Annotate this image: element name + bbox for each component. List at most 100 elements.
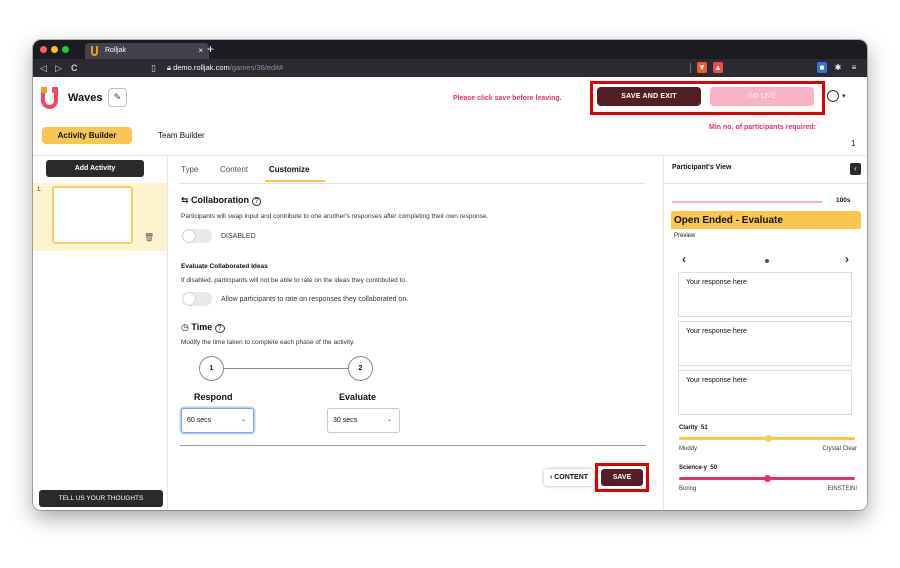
- feedback-button[interactable]: TELL US YOUR THOUGHTS: [39, 490, 163, 507]
- browser-tabbar: Rolljak × +: [33, 40, 867, 59]
- brave-shield-icon[interactable]: ▼: [697, 62, 707, 73]
- response-box[interactable]: Your response here: [678, 370, 852, 415]
- slider-science-thumb[interactable]: [763, 475, 771, 482]
- slider-clarity-label: Clarity 51: [679, 425, 708, 431]
- swap-icon: ⇆: [181, 195, 192, 205]
- reload-icon[interactable]: C: [71, 61, 78, 75]
- preview-label: Preview: [671, 229, 861, 244]
- url-host: demo.rolljak.com: [173, 63, 230, 72]
- step-2-circle: 2: [348, 356, 373, 381]
- help-icon[interactable]: ?: [214, 324, 225, 333]
- evaluate-label: Evaluate: [339, 392, 377, 402]
- collaboration-toggle-label: DISABLED: [221, 233, 256, 240]
- maximize-window-button[interactable]: [62, 46, 69, 53]
- url-path: /games/36/edit#: [229, 63, 284, 72]
- timer-progress-bar: [672, 201, 822, 203]
- min-participants-label: Min no. of participants required:: [709, 124, 816, 131]
- rewards-icon[interactable]: ▲: [713, 62, 723, 73]
- tab-content[interactable]: Content: [220, 165, 248, 174]
- edit-title-button[interactable]: ✎: [108, 88, 127, 107]
- tab-activity-builder[interactable]: Activity Builder: [42, 127, 132, 144]
- next-arrow-icon[interactable]: ›: [845, 252, 849, 266]
- collaboration-description: Participants will swap input and contrib…: [181, 213, 489, 220]
- app-root: Waves ✎ Please click save before leaving…: [33, 77, 867, 510]
- response-box[interactable]: Your response here: [678, 321, 852, 366]
- save-warning: Please click save before leaving.: [453, 95, 562, 102]
- collaboration-heading: ⇆ Collaboration ?: [181, 195, 262, 206]
- response-box[interactable]: Your response here: [678, 272, 852, 317]
- tab-close-icon[interactable]: ×: [198, 43, 203, 59]
- minimize-window-button[interactable]: [51, 46, 58, 53]
- bookmark-icon[interactable]: ▯: [151, 61, 156, 75]
- evaluate-time-value: 30 secs: [333, 417, 358, 424]
- highlight-box-save: [595, 463, 649, 492]
- slider-science-label: Science-y 50: [679, 465, 717, 471]
- collapse-panel-button[interactable]: ‹: [850, 163, 861, 175]
- activity-sidebar: Add Activity 1. 🗑︎ TELL US YOUR THOUGHTS: [33, 156, 168, 510]
- logo-accent: [52, 87, 58, 93]
- user-avatar-icon[interactable]: [827, 90, 839, 102]
- slider-science-min: Boring: [679, 486, 697, 492]
- customize-panel: Type Content Customize ⇆ Collaboration ?…: [169, 156, 663, 510]
- slider-science-max: EINSTEIN!: [827, 486, 857, 492]
- chevron-down-icon: ⌄: [386, 417, 392, 423]
- collaboration-toggle[interactable]: [182, 229, 212, 243]
- back-icon[interactable]: ◁: [40, 61, 47, 75]
- question-type: Open Ended - Evaluate: [674, 215, 783, 226]
- back-to-content-button[interactable]: ‹ CONTENT: [544, 469, 594, 486]
- slider-science-name: Science-y: [679, 465, 708, 471]
- tab-team-builder[interactable]: Team Builder: [158, 131, 205, 140]
- extension-icon[interactable]: ■: [817, 62, 827, 73]
- url-bar[interactable]: 🔒︎ demo.rolljak.com/games/36/edit#: [167, 61, 727, 75]
- prev-arrow-icon[interactable]: ‹: [682, 252, 686, 266]
- forward-icon[interactable]: ▷: [55, 61, 62, 75]
- respond-time-value: 60 secs: [187, 417, 212, 424]
- evaluate-toggle[interactable]: [182, 292, 212, 306]
- slide-thumbnail[interactable]: [52, 186, 133, 244]
- evaluate-description: If disabled, participants will not be ab…: [181, 277, 407, 284]
- save-and-exit-button[interactable]: SAVE AND EXIT: [597, 87, 701, 106]
- active-tab-indicator: [265, 180, 325, 182]
- tab-type[interactable]: Type: [181, 165, 198, 174]
- slider-clarity-name: Clarity: [679, 425, 698, 431]
- panel-divider: [664, 183, 867, 184]
- slider-clarity-thumb[interactable]: [765, 435, 773, 442]
- new-tab-icon[interactable]: +: [207, 41, 214, 57]
- browser-tab-title: Rolljak: [105, 47, 127, 54]
- slider-science-value: 50: [710, 465, 718, 471]
- clock-icon: ◷: [181, 322, 192, 332]
- browser-toolbar: ◁ ▷ C ▯ 🔒︎ demo.rolljak.com/games/36/edi…: [33, 59, 867, 77]
- slide-number: 1.: [37, 187, 43, 193]
- participant-view-title: Participant's View: [672, 164, 732, 171]
- tab-customize[interactable]: Customize: [269, 165, 309, 174]
- step-connector: [224, 368, 348, 369]
- menu-icon[interactable]: ≡: [849, 62, 859, 73]
- chevron-down-icon: ⌄: [240, 417, 246, 423]
- chevron-down-icon[interactable]: ▾: [842, 92, 846, 100]
- min-participants-value: 1: [851, 139, 856, 148]
- footer-divider: [180, 445, 646, 446]
- slider-clarity-value: 51: [701, 425, 708, 431]
- chevron-left-icon: ‹: [854, 164, 857, 173]
- evaluate-heading: Evaluate Collaborated Ideas: [181, 263, 268, 270]
- pencil-icon: ✎: [113, 92, 122, 102]
- respond-time-select[interactable]: 60 secs ⌄: [181, 408, 254, 433]
- toolbar-divider: [690, 63, 691, 73]
- slide-item[interactable]: 1. 🗑︎: [33, 183, 167, 251]
- participant-view-panel: Participant's View ‹ 100s Open Ended - E…: [663, 156, 867, 510]
- question-header: Open Ended - Evaluate Preview: [671, 211, 861, 244]
- page-dot: [765, 259, 769, 263]
- rolljak-favicon-icon: [91, 46, 98, 56]
- time-heading: ◷ Time ?: [181, 322, 225, 333]
- browser-tab[interactable]: Rolljak ×: [85, 43, 209, 59]
- close-window-button[interactable]: [40, 46, 47, 53]
- help-icon[interactable]: ?: [251, 197, 262, 206]
- evaluate-time-select[interactable]: 30 secs ⌄: [327, 408, 400, 433]
- go-live-button[interactable]: GO LIVE: [710, 87, 814, 106]
- add-activity-button[interactable]: Add Activity: [46, 160, 144, 177]
- slider-clarity-min: Muddy: [679, 446, 698, 452]
- collaboration-title: Collaboration: [191, 195, 250, 205]
- trash-icon[interactable]: 🗑︎: [144, 233, 154, 242]
- evaluate-toggle-label: Allow participants to rate on responses …: [221, 296, 409, 303]
- puzzle-icon[interactable]: ✱: [833, 62, 843, 73]
